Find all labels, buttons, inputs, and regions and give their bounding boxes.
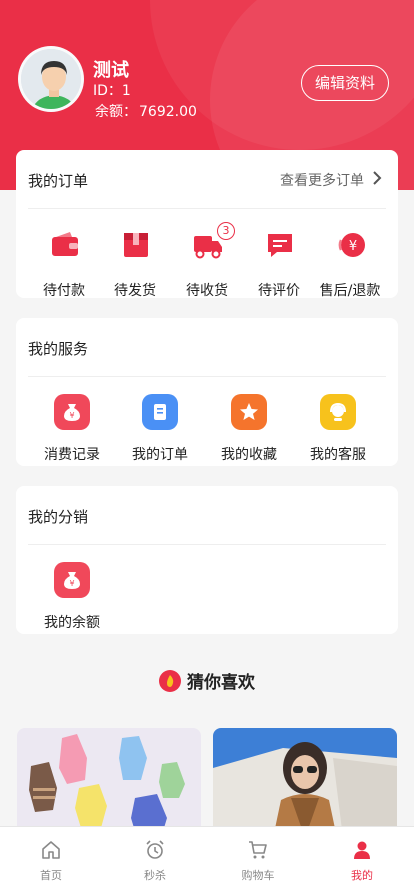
balance-label: 余额： xyxy=(95,104,137,120)
tab-mine[interactable]: 我的 xyxy=(322,839,402,883)
svg-text:¥: ¥ xyxy=(69,411,74,420)
home-icon xyxy=(40,841,62,865)
balance-value: 7692.00 xyxy=(139,104,197,120)
services-card: 我的服务 ¥ 消费记录 我的订单 我的收藏 我的客服 xyxy=(16,318,398,466)
tab-label: 我的 xyxy=(351,869,373,882)
tab-label: 首页 xyxy=(40,869,62,882)
avatar[interactable] xyxy=(18,46,84,112)
orders-title: 我的订单 xyxy=(28,172,89,190)
guess-title: 猜你喜欢 xyxy=(187,673,255,693)
order-item-label: 待付款 xyxy=(43,283,85,299)
tab-label: 秒杀 xyxy=(144,869,166,882)
user-icon xyxy=(351,841,373,865)
user-id: ID：1 xyxy=(93,83,131,99)
divider xyxy=(28,544,386,545)
guess-section-header: 猜你喜欢 xyxy=(0,668,414,693)
customer-service-icon xyxy=(320,394,356,430)
alarm-clock-icon xyxy=(144,840,166,865)
service-item-label: 我的客服 xyxy=(310,447,366,463)
document-icon xyxy=(142,394,178,430)
wallet-icon xyxy=(50,230,80,260)
services-title: 我的服务 xyxy=(28,340,89,358)
service-item-label: 我的订单 xyxy=(132,447,188,463)
tab-cart[interactable]: 购物车 xyxy=(218,839,298,883)
order-item-label: 待发货 xyxy=(114,283,156,299)
order-item-label: 待评价 xyxy=(258,283,300,299)
order-item-label: 待收货 xyxy=(186,283,228,299)
orders-card: 我的订单 查看更多订单 待付款 待发货 3 待收货 待评价 ¥ 售后/退款 xyxy=(16,150,398,299)
order-item-label: 售后/退款 xyxy=(319,283,381,299)
divider xyxy=(28,376,386,377)
cart-icon xyxy=(247,841,269,865)
tab-flash-sale[interactable]: 秒杀 xyxy=(115,839,195,883)
star-icon xyxy=(231,394,267,430)
chevron-right-icon xyxy=(372,170,382,190)
distribution-title: 我的分销 xyxy=(28,508,89,526)
user-balance: 余额： 7692.00 xyxy=(93,101,197,121)
money-bag-icon: ¥ xyxy=(54,394,90,430)
tab-label: 购物车 xyxy=(241,869,275,882)
order-count-badge: 3 xyxy=(217,222,235,240)
tab-home[interactable]: 首页 xyxy=(11,839,91,883)
product-card-scarf[interactable] xyxy=(213,728,397,838)
divider xyxy=(28,208,386,209)
bottom-tab-bar: 首页 秒杀 购物车 我的 xyxy=(0,826,414,896)
svg-text:¥: ¥ xyxy=(349,239,357,254)
service-item-label: 我的收藏 xyxy=(221,447,277,463)
flame-icon xyxy=(159,669,181,692)
edit-profile-button[interactable]: 编辑资料 xyxy=(301,65,389,101)
service-item-label: 消费记录 xyxy=(44,447,100,463)
comment-icon xyxy=(265,230,295,260)
refund-icon: ¥ xyxy=(336,230,366,260)
view-more-orders-label: 查看更多订单 xyxy=(280,173,364,189)
view-more-orders-link[interactable]: 查看更多订单 xyxy=(280,170,382,190)
distribution-item-label: 我的余额 xyxy=(44,615,100,631)
user-name: 测试 xyxy=(93,60,129,81)
product-card-gloves[interactable] xyxy=(17,728,201,838)
svg-text:¥: ¥ xyxy=(69,579,74,588)
money-bag-icon: ¥ xyxy=(54,562,90,598)
distribution-card: 我的分销 ¥ 我的余额 xyxy=(16,486,398,634)
package-icon xyxy=(121,230,151,260)
